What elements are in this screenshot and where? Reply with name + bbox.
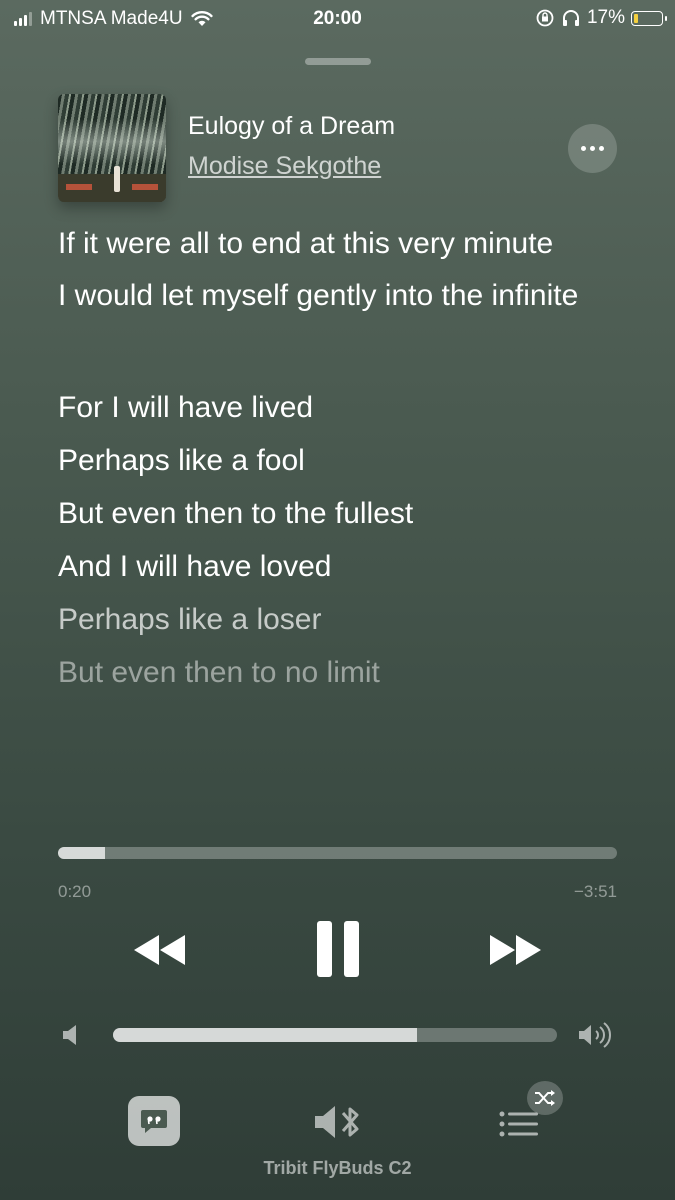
- remaining-time: −3:51: [573, 882, 617, 901]
- battery-icon: [631, 10, 667, 26]
- fast-forward-icon: [490, 935, 541, 965]
- orientation-lock-icon: [536, 9, 554, 27]
- lyrics-button[interactable]: [128, 1096, 180, 1146]
- shuffle-icon: [535, 1090, 555, 1106]
- ellipsis-icon: [581, 146, 586, 151]
- rewind-icon: [134, 935, 185, 965]
- pause-button[interactable]: [309, 916, 367, 982]
- playback-scrubber[interactable]: [58, 847, 617, 859]
- headphones-icon: [562, 10, 579, 26]
- volume-high-icon: [579, 1022, 611, 1048]
- rewind-button[interactable]: [128, 928, 192, 972]
- album-artwork[interactable]: [58, 94, 166, 202]
- lyric-line[interactable]: And I will have loved: [58, 540, 628, 593]
- lyric-line[interactable]: For I will have lived: [58, 381, 628, 434]
- lyrics-quote-icon: [141, 1110, 167, 1133]
- shuffle-badge[interactable]: [527, 1081, 563, 1115]
- volume-low-icon: [63, 1025, 76, 1045]
- volume-slider[interactable]: [113, 1028, 557, 1042]
- output-device-label: Tribit FlyBuds C2: [263, 1158, 412, 1178]
- lyric-line[interactable]: Perhaps like a fool: [58, 434, 628, 487]
- status-right: 17%: [535, 7, 667, 29]
- sheet-grabber[interactable]: [305, 58, 371, 65]
- lyric-line[interactable]: But even then to the fullest: [58, 487, 628, 540]
- lyric-line[interactable]: But even then to no limit: [58, 646, 628, 699]
- audio-output-button[interactable]: [313, 1102, 367, 1142]
- song-title: Eulogy of a Dream: [188, 112, 396, 140]
- elapsed-time: 0:20: [58, 882, 92, 901]
- artist-link[interactable]: Modise Sekgothe: [188, 152, 381, 181]
- battery-percent: 17%: [586, 7, 625, 28]
- lyric-line[interactable]: Perhaps like a loser: [58, 593, 628, 646]
- status-bar: MTNSA Made4U 20:00 17%: [0, 0, 675, 38]
- pause-icon: [317, 921, 359, 977]
- fast-forward-button[interactable]: [483, 928, 547, 972]
- lyric-line[interactable]: I would let myself gently into the infin…: [58, 274, 628, 317]
- bluetooth-speaker-icon: [315, 1106, 359, 1138]
- more-options-button[interactable]: [568, 124, 617, 173]
- lyrics-panel[interactable]: If it were all to end at this very minut…: [58, 222, 628, 699]
- lyric-line[interactable]: If it were all to end at this very minut…: [58, 222, 628, 265]
